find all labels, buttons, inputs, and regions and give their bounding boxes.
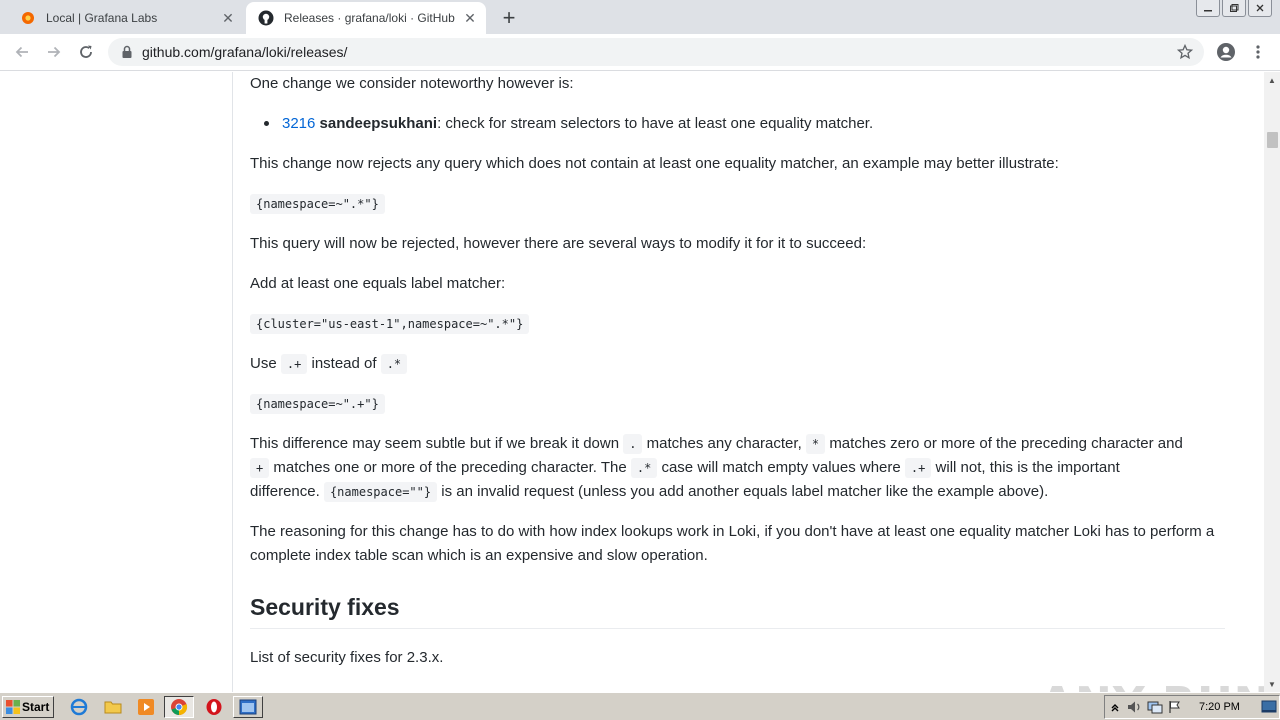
network-icon[interactable] [1145, 698, 1165, 716]
paragraph: Use .+ instead of .* [250, 352, 408, 376]
arrow-right-icon [48, 46, 61, 58]
inline-code: .+ [280, 354, 308, 374]
sidebar-divider [232, 72, 233, 692]
ie-icon[interactable] [68, 697, 90, 717]
paragraph: The reasoning for this change has to do … [250, 523, 1215, 564]
inline-code: .+ [904, 458, 932, 478]
reload-button[interactable] [72, 38, 100, 66]
paragraph: Add at least one equals label matcher: [250, 275, 506, 292]
paragraph: One change we consider noteworthy howeve… [250, 75, 574, 92]
text: will not, this is the important [935, 459, 1120, 476]
profile-button[interactable] [1212, 38, 1240, 66]
section-heading: Security fixes [250, 594, 400, 620]
more-vert-icon [1256, 45, 1260, 59]
pr-link[interactable]: 3216 [282, 115, 315, 132]
star-icon[interactable] [1176, 43, 1194, 61]
menu-button[interactable] [1244, 38, 1272, 66]
inline-code: {namespace=""} [323, 482, 438, 502]
inline-code: * [805, 434, 826, 454]
chrome-taskbar-button[interactable] [164, 696, 194, 718]
start-button[interactable]: Start [2, 696, 54, 718]
text: matches any character, [646, 435, 802, 452]
bullet-dot [264, 121, 269, 126]
back-button[interactable] [8, 38, 36, 66]
inline-code: . [623, 434, 643, 454]
scroll-down-arrow[interactable]: ▼ [1264, 676, 1280, 692]
show-desktop-icon[interactable] [1261, 700, 1277, 714]
tab-strip: Local | Grafana Labs ✕ Releases · grafan… [0, 0, 1280, 34]
vertical-scrollbar[interactable]: ▲ ▼ [1264, 72, 1280, 692]
paragraph: This query will now be rejected, however… [250, 235, 867, 252]
lock-icon [120, 45, 134, 59]
grafana-icon [20, 10, 36, 26]
chrome-icon [171, 699, 188, 716]
chevron-up-icon[interactable] [1105, 698, 1125, 716]
app-taskbar-button[interactable] [233, 696, 263, 718]
list-item-text: : check for stream selectors to have at … [437, 115, 874, 132]
github-icon [258, 10, 274, 26]
browser-toolbar: github.com/grafana/loki/releases/ [0, 34, 1280, 71]
clock[interactable]: 7:20 PM [1199, 701, 1240, 713]
opera-icon[interactable] [203, 697, 225, 717]
paragraph: This change now rejects any query which … [250, 155, 1059, 172]
text: matches one or more of the preceding cha… [273, 459, 627, 476]
code-snippet: {cluster="us-east-1",namespace=~".*"} [250, 314, 530, 334]
restore-button[interactable] [1222, 0, 1246, 17]
list-item: 3216 sandeepsukhani: check for stream se… [282, 112, 873, 136]
text: is an invalid request (unless you add an… [441, 483, 1049, 500]
window-app-icon [239, 699, 257, 715]
arrow-left-icon [15, 46, 28, 58]
volume-icon[interactable] [1125, 698, 1145, 716]
start-label: Start [22, 700, 50, 714]
windows-flag-icon [6, 700, 20, 714]
tab-title: Local | Grafana Labs [46, 11, 158, 25]
scroll-thumb[interactable] [1267, 132, 1278, 148]
address-bar[interactable]: github.com/grafana/loki/releases/ [108, 38, 1204, 66]
text: This difference may seem subtle but if w… [250, 435, 620, 452]
minimize-button[interactable] [1196, 0, 1220, 17]
close-icon[interactable]: ✕ [460, 8, 480, 28]
text: matches zero or more of the preceding ch… [829, 435, 1183, 452]
paragraph: This difference may seem subtle but if w… [250, 432, 1183, 456]
paragraph: + matches one or more of the preceding c… [250, 456, 1120, 480]
folder-icon[interactable] [102, 697, 124, 717]
text: difference. [250, 483, 320, 500]
text: instead of [311, 355, 377, 372]
reload-icon [80, 45, 92, 58]
close-icon[interactable]: ✕ [218, 8, 238, 28]
system-tray: 7:20 PM [1104, 695, 1280, 719]
text: case will match empty values where [661, 459, 901, 476]
url-text: github.com/grafana/loki/releases/ [142, 44, 348, 60]
flag-icon[interactable] [1165, 698, 1185, 716]
paragraph: List of security fixes for 2.3.x. [250, 649, 444, 666]
inline-code: + [250, 458, 270, 478]
inline-code: .* [630, 458, 658, 478]
code-snippet: {namespace=~".+"} [250, 394, 385, 414]
code-line: {cluster="us-east-1",namespace=~".*"} [250, 312, 530, 336]
forward-button[interactable] [40, 38, 68, 66]
paragraph: difference. {namespace=""} is an invalid… [250, 480, 1048, 504]
watermark: ANY RUN [1040, 678, 1272, 692]
new-tab-button[interactable]: + [497, 5, 521, 30]
inline-code: .* [380, 354, 408, 374]
page-viewport: One change we consider noteworthy howeve… [0, 72, 1280, 692]
code-snippet: {namespace=~".*"} [250, 194, 385, 214]
window-controls [1194, 0, 1272, 20]
text: Use [250, 355, 277, 372]
tab-github-releases[interactable]: Releases · grafana/loki · GitHub ✕ [246, 2, 486, 34]
tab-title: Releases · grafana/loki · GitHub [284, 11, 455, 25]
close-window-button[interactable] [1248, 0, 1272, 17]
taskbar: Start 7:20 PM [0, 692, 1280, 720]
code-line: {namespace=~".+"} [250, 392, 385, 416]
heading-divider [250, 628, 1225, 629]
code-line: {namespace=~".*"} [250, 192, 385, 216]
tab-grafana[interactable]: Local | Grafana Labs ✕ [8, 2, 244, 34]
account-icon [1217, 43, 1235, 61]
author-name[interactable]: sandeepsukhani [320, 115, 438, 132]
media-player-icon[interactable] [135, 697, 157, 717]
scroll-up-arrow[interactable]: ▲ [1264, 72, 1280, 88]
